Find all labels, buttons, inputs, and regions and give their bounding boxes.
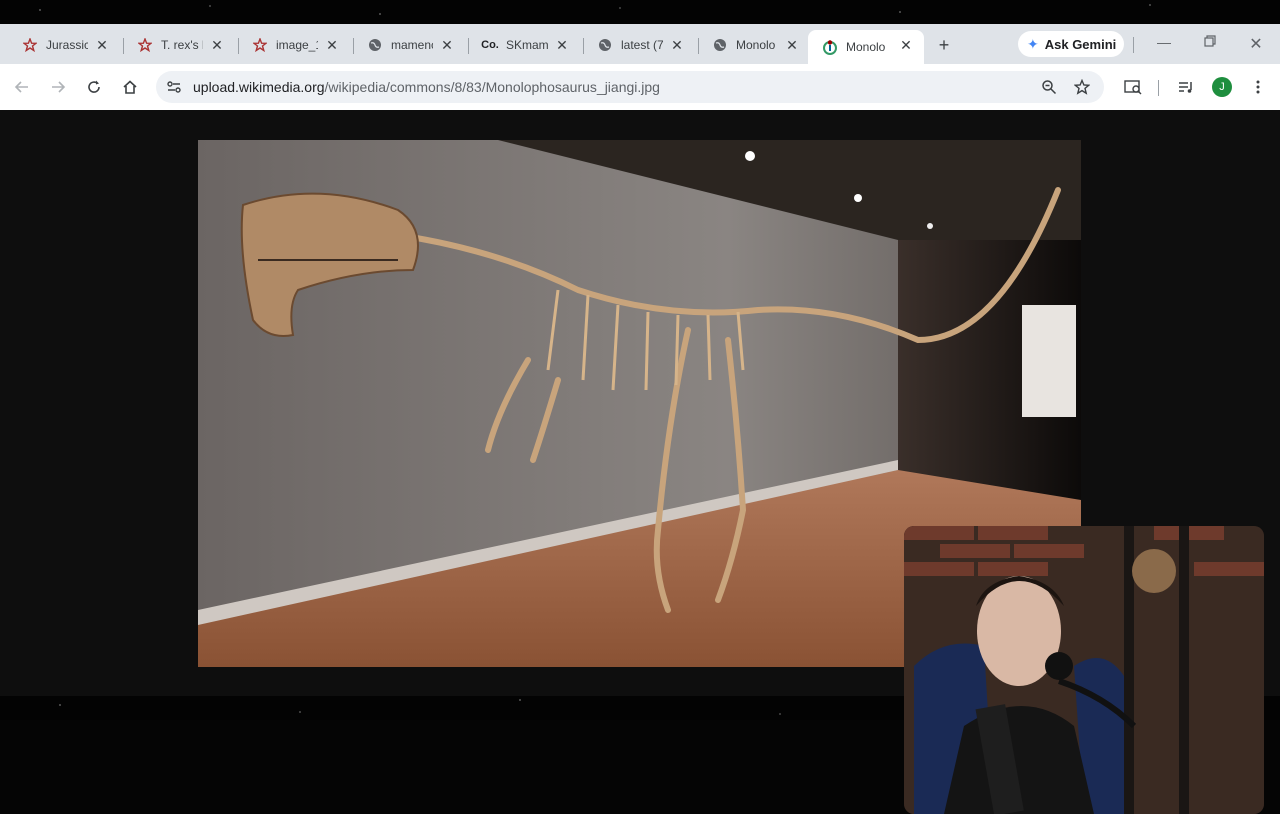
close-icon[interactable]: ✕ <box>209 37 225 53</box>
ask-gemini-button[interactable]: ✦ Ask Gemini <box>1018 31 1124 57</box>
minimize-icon[interactable]: — <box>1154 34 1174 50</box>
gemini-label: Ask Gemini <box>1044 36 1117 52</box>
search-tabs-icon[interactable] <box>1122 76 1144 98</box>
site-settings-icon[interactable] <box>166 79 182 95</box>
tab-title: T. rex's l <box>161 38 203 52</box>
globe-icon <box>712 37 728 53</box>
tab-monolo[interactable]: Monolo ✕ <box>692 30 810 60</box>
profile-avatar[interactable]: J <box>1212 77 1232 97</box>
wiki-star-icon <box>252 37 268 53</box>
media-control-icon[interactable] <box>1175 76 1197 98</box>
tab-title: Monolo <box>846 40 886 54</box>
browser-toolbar: upload.wikimedia.org/wikipedia/commons/8… <box>0 64 1280 110</box>
gemini-sparkle-icon: ✦ <box>1027 35 1039 52</box>
tab-title: Jurassic <box>46 38 88 52</box>
webcam-overlay <box>904 526 1264 814</box>
tab-image[interactable]: image_1 ✕ <box>232 30 350 60</box>
close-window-icon[interactable]: ✕ <box>1246 34 1266 54</box>
zoom-icon[interactable] <box>1040 78 1058 96</box>
tab-latest[interactable]: latest (7 ✕ <box>577 30 695 60</box>
tab-skmam[interactable]: Co. SKmam ✕ <box>462 30 580 60</box>
tab-jurassic[interactable]: Jurassic ✕ <box>2 30 120 60</box>
tab-mamenc[interactable]: mamenc ✕ <box>347 30 465 60</box>
co-icon: Co. <box>481 39 499 51</box>
image-viewer <box>0 110 1280 814</box>
close-icon[interactable]: ✕ <box>94 37 110 53</box>
tab-title: mamenc <box>391 38 433 52</box>
toolbar-separator <box>1158 80 1159 96</box>
close-icon[interactable]: ✕ <box>554 37 570 53</box>
tab-title: SKmam <box>506 38 548 52</box>
url-path: /wikipedia/commons/8/83/Monolophosaurus_… <box>324 79 660 95</box>
restore-icon[interactable] <box>1200 34 1220 50</box>
browser-chrome: Jurassic ✕ T. rex's l ✕ image_1 ✕ mamenc… <box>0 24 1280 110</box>
tab-title: latest (7 <box>621 38 663 52</box>
close-icon[interactable]: ✕ <box>898 37 914 53</box>
url-text[interactable]: upload.wikimedia.org/wikipedia/commons/8… <box>193 79 660 95</box>
tab-trex[interactable]: T. rex's l ✕ <box>117 30 235 60</box>
reload-icon[interactable] <box>83 76 105 98</box>
tab-strip: Jurassic ✕ T. rex's l ✕ image_1 ✕ mamenc… <box>0 24 1280 64</box>
bookmark-star-icon[interactable] <box>1073 78 1091 96</box>
back-icon[interactable] <box>11 76 33 98</box>
close-icon[interactable]: ✕ <box>784 37 800 53</box>
close-icon[interactable]: ✕ <box>669 37 685 53</box>
wiki-star-icon <box>137 37 153 53</box>
tab-title: image_1 <box>276 38 318 52</box>
home-icon[interactable] <box>119 76 141 98</box>
tab-title: Monolo <box>736 38 776 52</box>
globe-icon <box>597 37 613 53</box>
address-bar[interactable]: upload.wikimedia.org/wikipedia/commons/8… <box>156 71 1104 103</box>
tab-monolo-active[interactable]: Monolo ✕ <box>808 30 924 64</box>
url-host: upload.wikimedia.org <box>193 79 325 95</box>
wiki-star-icon <box>22 37 38 53</box>
tab-separator <box>1133 37 1134 53</box>
globe-icon <box>367 37 383 53</box>
wikimedia-icon <box>822 39 838 55</box>
new-tab-button[interactable]: + <box>934 35 954 56</box>
forward-icon[interactable] <box>47 76 69 98</box>
menu-kebab-icon[interactable] <box>1247 76 1269 98</box>
close-icon[interactable]: ✕ <box>439 37 455 53</box>
close-icon[interactable]: ✕ <box>324 37 340 53</box>
